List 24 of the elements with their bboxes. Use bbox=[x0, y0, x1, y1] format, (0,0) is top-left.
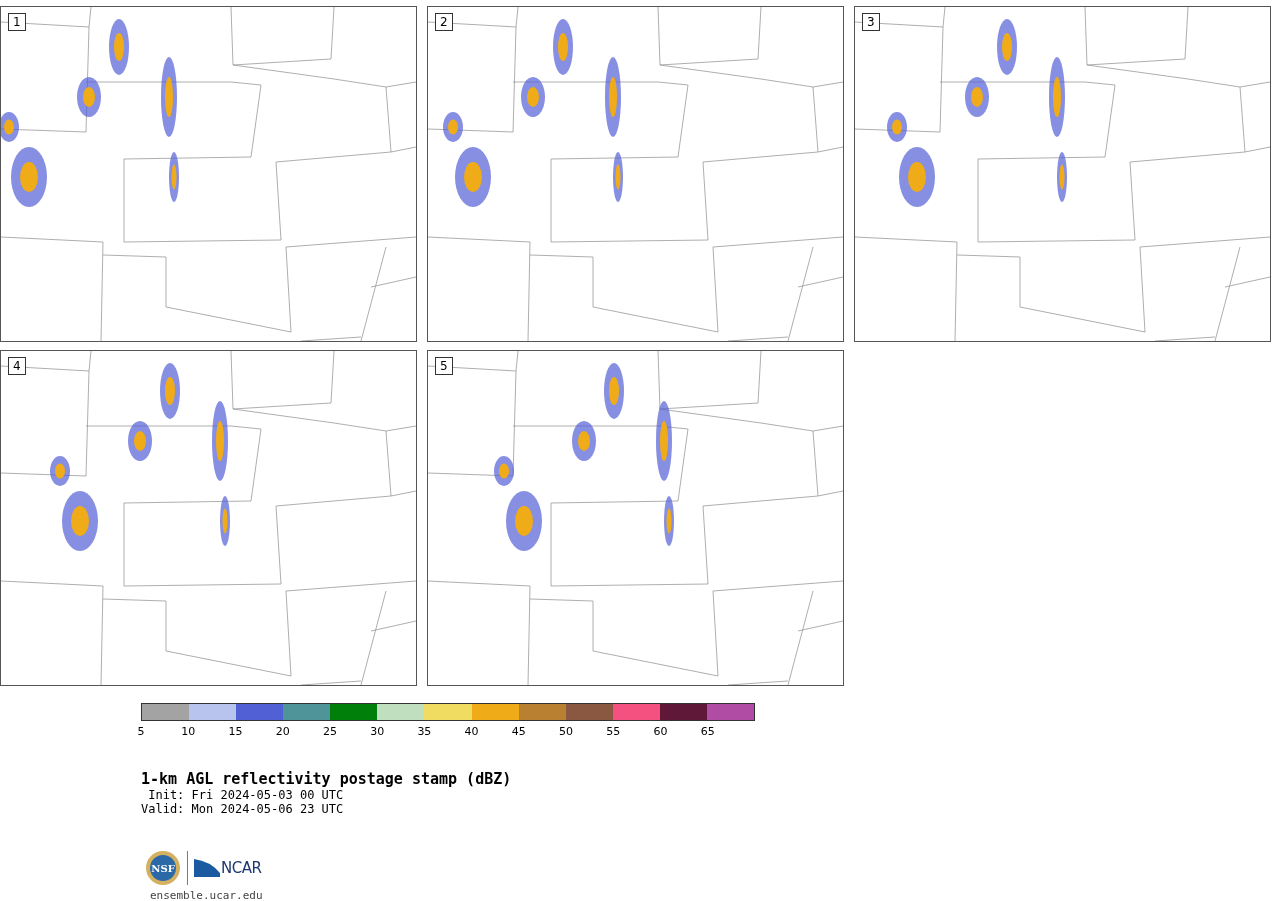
tick-label: 10 bbox=[181, 725, 196, 738]
panel-number: 3 bbox=[862, 13, 880, 31]
tick-label: 40 bbox=[464, 725, 479, 738]
tick-label: 55 bbox=[606, 725, 621, 738]
tick-label: 20 bbox=[275, 725, 290, 738]
chart-title: 1-km AGL reflectivity postage stamp (dBZ) bbox=[141, 770, 513, 788]
valid-time: Valid: Mon 2024-05-06 23 UTC bbox=[141, 802, 345, 816]
panel-number: 2 bbox=[435, 13, 453, 31]
tick-label: 60 bbox=[653, 725, 668, 738]
tick-label: 65 bbox=[700, 725, 715, 738]
tick-label: 35 bbox=[417, 725, 432, 738]
tick-label: 25 bbox=[322, 725, 337, 738]
website-url: ensemble.ucar.edu bbox=[150, 889, 264, 901]
tick-label: 5 bbox=[137, 725, 145, 738]
panel-number: 5 bbox=[435, 357, 453, 375]
init-time: Init: Fri 2024-05-03 00 UTC bbox=[147, 788, 345, 802]
ncar-logo: NCAR bbox=[194, 859, 262, 877]
tick-label: 15 bbox=[228, 725, 243, 738]
nsf-logo: NSF bbox=[145, 850, 181, 886]
panel-number: 4 bbox=[8, 357, 26, 375]
tick-label: 50 bbox=[559, 725, 574, 738]
tick-label: 30 bbox=[370, 725, 385, 738]
panel-number: 1 bbox=[8, 13, 26, 31]
tick-label: 45 bbox=[511, 725, 526, 738]
